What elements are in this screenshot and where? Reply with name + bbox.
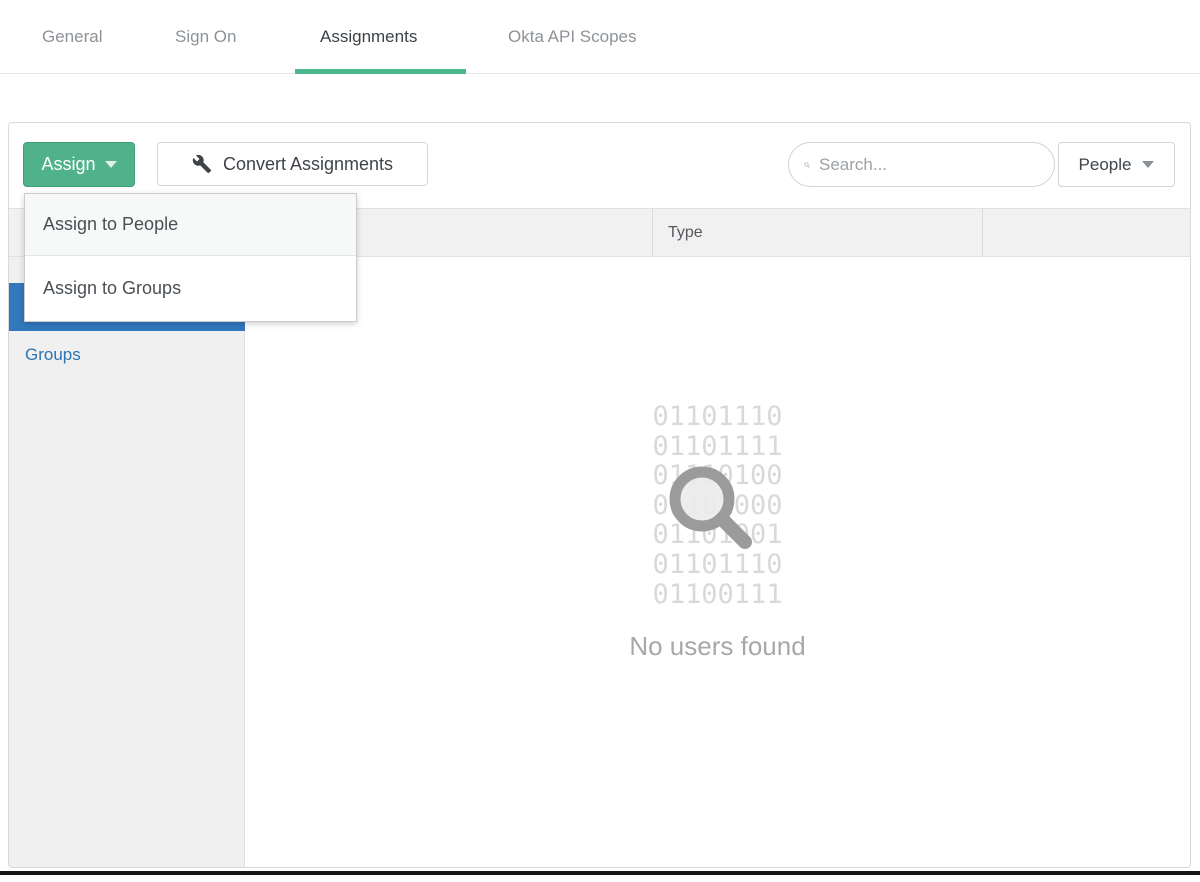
binary-line: 01100111: [245, 580, 1190, 610]
filter-dropdown-label: People: [1079, 155, 1132, 175]
results-area: 01101110 01101111 01110100 01101000 0110…: [245, 257, 1190, 867]
assignments-body: Groups 01101110 01101111 01110100 011010…: [9, 257, 1190, 867]
filter-sidebar: Groups: [9, 257, 245, 867]
convert-assignments-button[interactable]: Convert Assignments: [157, 142, 428, 186]
assign-button[interactable]: Assign: [23, 142, 135, 187]
assign-button-label: Assign: [41, 154, 95, 175]
menu-item-label: Assign to People: [43, 214, 178, 235]
chevron-down-icon: [105, 161, 117, 168]
chevron-down-icon: [1142, 161, 1154, 168]
column-divider: [982, 209, 983, 256]
active-tab-underline: [295, 69, 466, 74]
wrench-icon: [192, 154, 212, 174]
filter-dropdown-people[interactable]: People: [1058, 142, 1175, 187]
tab-assignments[interactable]: Assignments: [320, 27, 417, 47]
tab-sign-on[interactable]: Sign On: [175, 27, 236, 47]
search-input[interactable]: [819, 155, 1040, 175]
bottom-border-bar: [0, 871, 1200, 875]
tab-general[interactable]: General: [42, 27, 102, 47]
empty-state-message: No users found: [245, 631, 1190, 662]
search-input-container: [788, 142, 1055, 187]
menu-item-assign-to-groups[interactable]: Assign to Groups: [25, 256, 356, 321]
sidebar-item-groups[interactable]: Groups: [9, 331, 245, 379]
assign-dropdown-menu: Assign to People Assign to Groups: [24, 193, 357, 322]
search-icon: [804, 154, 810, 176]
menu-item-label: Assign to Groups: [43, 278, 181, 299]
menu-item-assign-to-people[interactable]: Assign to People: [25, 194, 356, 256]
binary-line: 01101110: [245, 402, 1190, 432]
sidebar-item-groups-label: Groups: [25, 345, 81, 365]
magnifier-icon: [655, 453, 765, 563]
convert-assignments-label: Convert Assignments: [223, 154, 393, 175]
column-divider: [652, 209, 653, 256]
column-header-type: Type: [668, 209, 703, 256]
tab-bar-divider: [0, 73, 1200, 74]
tab-okta-api-scopes[interactable]: Okta API Scopes: [508, 27, 637, 47]
